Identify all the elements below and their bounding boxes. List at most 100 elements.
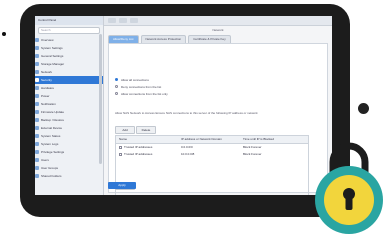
sidebar-item-label: Firmware Update — [41, 110, 65, 114]
group-icon — [35, 166, 39, 170]
sidebar-item-backup-restore[interactable]: Backup / Restore — [35, 116, 103, 124]
description-text: Allow NAS Network to Access Ensure NAS c… — [115, 111, 258, 115]
settings-icon — [35, 54, 39, 58]
sidebar-item-security[interactable]: Security — [35, 76, 103, 84]
sidebar-item-label: External Device — [41, 126, 63, 130]
delete-button[interactable]: Delete — [136, 126, 156, 134]
sidebar-item-label: Hardware — [41, 86, 55, 90]
ip-table: Name IP address or Network Domain Time u… — [115, 135, 309, 195]
sidebar-item-label: Backup / Restore — [41, 118, 65, 122]
sidebar-item-label: System Settings — [41, 46, 63, 50]
sidebar-item-system-status[interactable]: System Status — [35, 132, 103, 140]
back-button[interactable] — [108, 18, 116, 23]
table-cell-time: Block Forever — [243, 145, 262, 149]
sidebar-list: Overview System Settings General Setting… — [35, 36, 103, 180]
radio-button[interactable] — [115, 92, 118, 95]
sidebar-item-label: Security — [41, 78, 52, 82]
sidebar-item-notification[interactable]: Notification — [35, 100, 103, 108]
forward-button[interactable] — [119, 18, 127, 23]
radio-allow-all[interactable]: Allow all connections — [115, 77, 149, 82]
folder-icon — [35, 174, 39, 178]
usb-icon — [35, 126, 39, 130]
sidebar-item-label: Shared Folders — [41, 174, 62, 178]
table-cell-ip: 10.0.0.0/8 — [181, 152, 195, 156]
sidebar-item-label: Network — [41, 70, 53, 74]
sidebar-item-label: Notification — [41, 102, 56, 106]
log-icon — [35, 142, 39, 146]
sidebar-item-label: Power — [41, 94, 50, 98]
apply-button[interactable]: Apply — [108, 182, 136, 189]
sidebar-item-label: System Logs — [41, 142, 59, 146]
add-button[interactable]: Add — [115, 126, 135, 134]
radio-allow-list[interactable]: Allow connections from the list only — [115, 91, 168, 96]
cell-text: Trusted IP addresses — [124, 145, 153, 149]
table-row[interactable]: Trusted IP addresses 10.0.0.0/8 Block Fo… — [116, 151, 308, 158]
row-checkbox[interactable] — [119, 153, 122, 156]
table-cell-name: Trusted IP addresses — [116, 144, 181, 151]
row-checkbox[interactable] — [119, 146, 122, 149]
sidebar-item-firmware-update[interactable]: Firmware Update — [35, 108, 103, 116]
sidebar-item-privilege-settings[interactable]: Privilege Settings — [35, 148, 103, 156]
sidebar-item-hardware[interactable]: Hardware — [35, 84, 103, 92]
status-icon — [35, 134, 39, 138]
search-input[interactable]: Search — [38, 27, 100, 34]
table-cell-ip: 0.0.0.0/0 — [181, 145, 193, 149]
table-cell-name: Trusted IP addresses — [116, 151, 181, 158]
sidebar-item-shared-folders[interactable]: Shared Folders — [35, 172, 103, 180]
table-header: Name IP address or Network Domain Time u… — [116, 136, 308, 144]
radio-label: Allow connections from the list only — [121, 91, 168, 96]
panel-title: Network — [212, 28, 224, 32]
sidebar-item-label: General Settings — [41, 54, 64, 58]
radio-label: Deny connections from the list — [121, 84, 162, 89]
window-title: Control Panel — [35, 16, 103, 25]
network-icon — [35, 70, 39, 74]
update-icon — [35, 110, 39, 114]
lock-icon — [315, 142, 383, 234]
sidebar-item-label: System Status — [41, 134, 61, 138]
key-icon — [35, 150, 39, 154]
sidebar-item-user-groups[interactable]: User Groups — [35, 164, 103, 172]
power-icon — [35, 94, 39, 98]
sidebar-item-users[interactable]: Users — [35, 156, 103, 164]
sidebar-item-power[interactable]: Power — [35, 92, 103, 100]
shield-icon — [35, 78, 39, 82]
settings-content: Allow all connections Deny connections f… — [108, 43, 328, 195]
sidebar: Control Panel Search Overview System Set… — [35, 16, 104, 195]
sidebar-item-general-settings[interactable]: General Settings — [35, 52, 103, 60]
sidebar-item-network[interactable]: Network — [35, 68, 103, 76]
sidebar-item-label: Privilege Settings — [41, 150, 65, 154]
table-empty-area — [116, 158, 308, 195]
gear-icon — [35, 46, 39, 50]
radio-label: Allow all connections — [121, 77, 149, 82]
cell-text: Trusted IP addresses — [124, 152, 153, 156]
sidebar-item-label: Storage Manager — [41, 62, 65, 66]
dot-decoration — [2, 32, 6, 36]
column-header-ip[interactable]: IP address or Network Domain — [181, 136, 243, 143]
overview-icon — [35, 38, 39, 42]
sidebar-item-storage-manager[interactable]: Storage Manager — [35, 60, 103, 68]
sidebar-item-label: Users — [41, 158, 49, 162]
backup-icon — [35, 118, 39, 122]
column-header-name[interactable]: Name — [116, 136, 181, 143]
home-icon[interactable] — [130, 18, 138, 23]
hardware-icon — [35, 86, 39, 90]
radio-button[interactable] — [115, 85, 118, 88]
sidebar-item-system-logs[interactable]: System Logs — [35, 140, 103, 148]
sidebar-item-overview[interactable]: Overview — [35, 36, 103, 44]
sidebar-item-system-settings[interactable]: System Settings — [35, 44, 103, 52]
bell-icon — [35, 102, 39, 106]
table-row[interactable]: Trusted IP addresses 0.0.0.0/0 Block For… — [116, 144, 308, 151]
sidebar-item-label: User Groups — [41, 166, 59, 170]
sidebar-item-label: Overview — [41, 38, 54, 42]
sidebar-scrollbar[interactable] — [99, 34, 102, 164]
radio-button[interactable] — [115, 78, 118, 81]
user-icon — [35, 158, 39, 162]
storage-icon — [35, 62, 39, 66]
table-cell-time: Block Forever — [243, 152, 262, 156]
home-button — [358, 103, 369, 114]
sidebar-item-external-device[interactable]: External Device — [35, 124, 103, 132]
main-panel: Network Allow/Deny List Network Access P… — [104, 16, 332, 195]
radio-deny-list[interactable]: Deny connections from the list — [115, 84, 161, 89]
column-header-time[interactable]: Time until IP is Blocked — [243, 136, 308, 143]
tablet-screen: Control Panel Search Overview System Set… — [35, 16, 332, 195]
